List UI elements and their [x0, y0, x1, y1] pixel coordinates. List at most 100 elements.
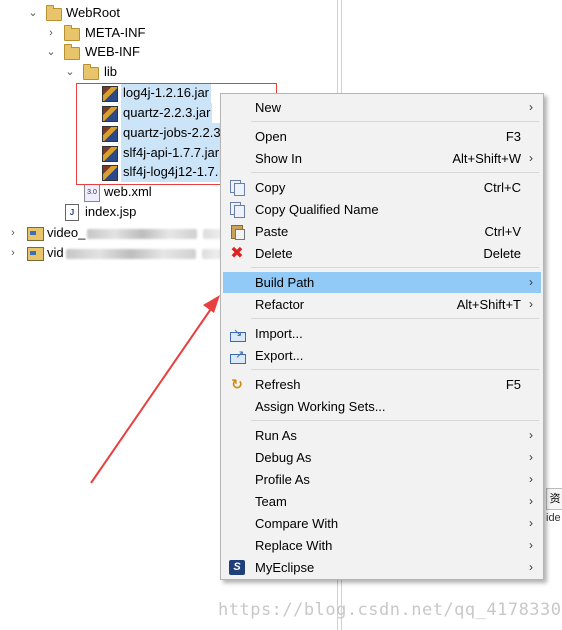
menu-item-copy-qualified-name[interactable]: Copy Qualified Name [223, 199, 541, 220]
view-text: ide [546, 512, 561, 524]
menu-item-label: Refactor [255, 297, 305, 312]
menu-item-label: Copy [255, 180, 286, 195]
view-tab[interactable]: 资 [546, 488, 562, 510]
menu-item-label: Run As [255, 428, 297, 443]
menu-item-label: Import... [255, 326, 303, 341]
chevron-down-icon[interactable]: ⌄ [46, 42, 56, 62]
menu-item-compare-with[interactable]: Compare With › [223, 513, 541, 534]
menu-separator [251, 318, 539, 319]
menu-item-label: Compare With [255, 516, 339, 531]
tree-item-label: WebRoot [66, 5, 120, 20]
chevron-down-icon[interactable]: ⌄ [65, 62, 75, 82]
menu-item-copy[interactable]: Copy Ctrl+C [223, 177, 541, 198]
menu-item-label: Paste [255, 224, 289, 239]
chevron-down-icon[interactable]: ⌄ [28, 3, 38, 23]
tree-item-meta-inf[interactable]: › META-INF [0, 23, 337, 43]
menu-item-profile-as[interactable]: Profile As › [223, 469, 541, 490]
menu-item-refresh[interactable]: ↻ Refresh F5 [223, 374, 541, 395]
menu-item-label: MyEclipse [255, 560, 315, 575]
submenu-arrow-icon: › [529, 151, 533, 165]
myeclipse-icon: S [229, 560, 245, 575]
submenu-arrow-icon: › [529, 297, 533, 311]
menu-item-shortcut: Delete [483, 246, 521, 261]
menu-item-label: New [255, 100, 282, 115]
tree-item-lib[interactable]: ⌄ lib [0, 62, 337, 82]
menu-item-replace-with[interactable]: Replace With › [223, 535, 541, 556]
submenu-arrow-icon: › [529, 428, 533, 442]
menu-item-label: Team [255, 494, 287, 509]
menu-item-label: Show In [255, 151, 302, 166]
submenu-arrow-icon: › [529, 275, 533, 289]
menu-item-build-path[interactable]: Build Path › [223, 272, 541, 293]
menu-item-myeclipse[interactable]: S MyEclipse › [223, 557, 541, 578]
menu-separator [251, 121, 539, 122]
menu-item-run-as[interactable]: Run As › [223, 425, 541, 446]
menu-item-delete[interactable]: ✖ Delete Delete [223, 243, 541, 264]
submenu-arrow-icon: › [529, 560, 533, 574]
menu-item-show-in[interactable]: Show In Alt+Shift+W › [223, 148, 541, 169]
submenu-arrow-icon: › [529, 538, 533, 552]
redacted-text [65, 248, 196, 259]
chevron-right-icon[interactable]: › [8, 243, 18, 263]
menu-item-shortcut: Alt+Shift+W [452, 151, 521, 166]
menu-item-label: Copy Qualified Name [255, 202, 379, 217]
tree-item-web-inf[interactable]: ⌄ WEB-INF [0, 42, 337, 62]
menu-separator [251, 420, 539, 421]
menu-item-label: Export... [255, 348, 304, 363]
menu-item-debug-as[interactable]: Debug As › [223, 447, 541, 468]
folder-icon [64, 25, 80, 41]
menu-item-label: Delete [255, 246, 293, 261]
menu-item-label: Assign Working Sets... [255, 399, 386, 414]
menu-item-label: Refresh [255, 377, 301, 392]
folder-icon [64, 44, 80, 60]
jsp-file-icon: J [65, 204, 79, 221]
folder-icon [83, 64, 99, 80]
menu-item-label: Build Path [255, 275, 315, 290]
copy-qualified-name-icon [229, 202, 245, 218]
copy-icon [229, 180, 245, 196]
menu-separator [251, 369, 539, 370]
paste-icon [229, 224, 245, 240]
menu-item-label: Debug As [255, 450, 312, 465]
refresh-icon: ↻ [231, 376, 243, 392]
folder-icon [46, 5, 62, 21]
watermark: https://blog.csdn.net/qq_41783309 [218, 600, 562, 620]
menu-item-import[interactable]: Import... [223, 323, 541, 344]
menu-item-assign-working-sets[interactable]: Assign Working Sets... [223, 396, 541, 417]
tree-item-label: META-INF [85, 25, 146, 40]
submenu-arrow-icon: › [529, 516, 533, 530]
menu-item-shortcut: Alt+Shift+T [456, 297, 521, 312]
delete-icon: ✖ [230, 245, 244, 262]
project-icon [27, 247, 44, 261]
menu-item-label: Profile As [255, 472, 310, 487]
redacted-text [87, 228, 198, 239]
tree-item-label: index.jsp [85, 204, 137, 219]
submenu-arrow-icon: › [529, 450, 533, 464]
chevron-right-icon[interactable]: › [8, 223, 18, 243]
submenu-arrow-icon: › [529, 472, 533, 486]
chevron-right-icon[interactable]: › [46, 23, 56, 43]
menu-item-team[interactable]: Team › [223, 491, 541, 512]
menu-item-new[interactable]: New › [223, 97, 541, 118]
menu-item-export[interactable]: Export... [223, 345, 541, 366]
menu-item-shortcut: Ctrl+V [484, 224, 521, 239]
context-menu: New › Open F3 Show In Alt+Shift+W › Copy… [220, 93, 544, 580]
menu-item-label: Open [255, 129, 287, 144]
tree-item-label: WEB-INF [85, 44, 140, 59]
tree-item-label: web.xml [104, 184, 152, 199]
menu-separator [251, 267, 539, 268]
menu-item-paste[interactable]: Paste Ctrl+V [223, 221, 541, 242]
submenu-arrow-icon: › [529, 100, 533, 114]
tree-item-webroot[interactable]: ⌄ WebRoot [0, 3, 337, 23]
menu-item-shortcut: F5 [505, 377, 521, 392]
submenu-arrow-icon: › [529, 494, 533, 508]
import-icon [229, 323, 246, 344]
xml-file-icon: 3.0 [84, 184, 100, 202]
menu-item-refactor[interactable]: Refactor Alt+Shift+T › [223, 294, 541, 315]
menu-item-shortcut: F3 [505, 129, 521, 144]
project-name-text: vid [47, 245, 64, 260]
tree-item-label: lib [104, 64, 118, 79]
menu-item-open[interactable]: Open F3 [223, 126, 541, 147]
menu-item-label: Replace With [255, 538, 333, 553]
menu-separator [251, 172, 539, 173]
